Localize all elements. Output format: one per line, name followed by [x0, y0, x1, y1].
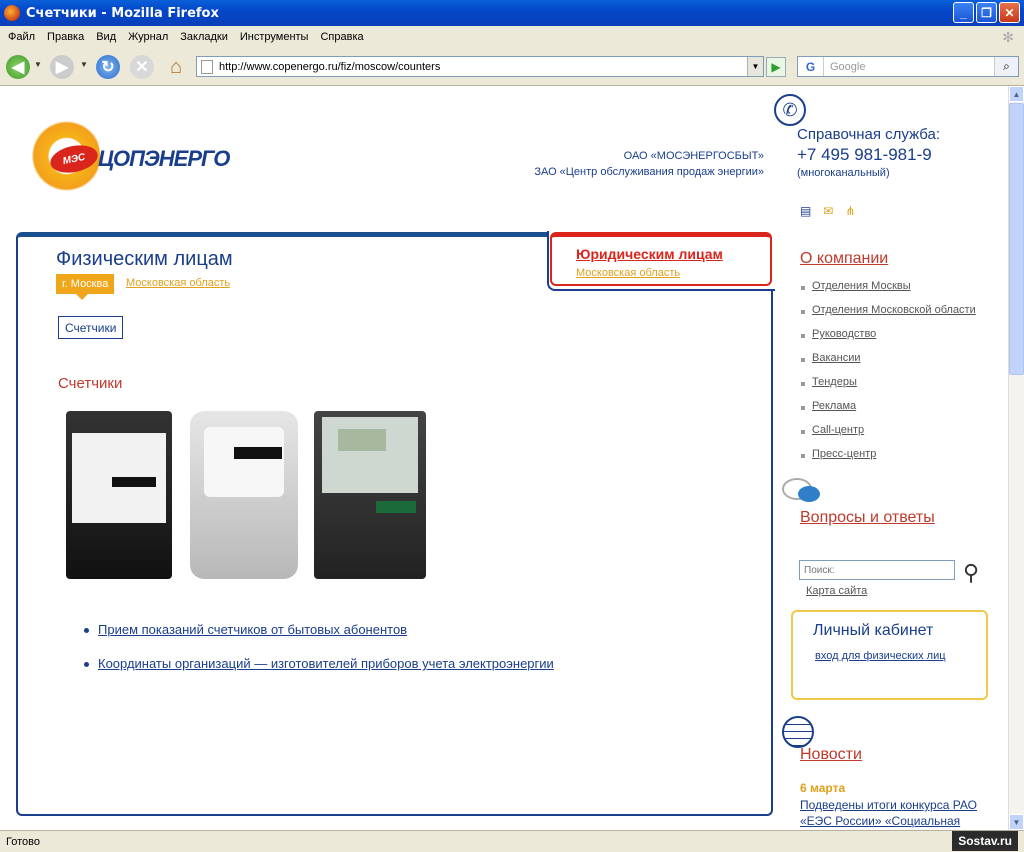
menu-bookmarks[interactable]: Закладки [180, 31, 228, 43]
company-title[interactable]: О компании [800, 250, 976, 268]
window-title: Счетчики - Mozilla Firefox [26, 5, 219, 21]
news-date: 6 марта [800, 781, 846, 795]
mail-icon[interactable]: ✉ [823, 204, 833, 218]
firefox-logo-icon [4, 5, 20, 21]
help-title: Справочная служба: [797, 126, 941, 143]
utility-icons: ▤ ✉ ⋔ [800, 204, 855, 218]
meter-face [72, 433, 166, 523]
meter-face [322, 417, 418, 493]
site-search-input[interactable] [799, 560, 955, 580]
section-title: Счетчики [58, 375, 123, 392]
phone-icon: ✆ [774, 94, 806, 126]
region-tab-moscow[interactable]: г. Москва [56, 274, 115, 300]
cabinet-login-link[interactable]: вход для физических лиц [815, 650, 946, 662]
forward-arrow-icon[interactable]: ▶ [50, 55, 74, 79]
status-bar: Готово Sostav.ru [0, 830, 1024, 852]
company-menu: Отделения Москвы Отделения Московской об… [800, 280, 976, 460]
websearch-box[interactable]: G Google ⌕ [797, 56, 1019, 77]
subtab-counters[interactable]: Счетчики [58, 316, 124, 339]
content-links: Прием показаний счетчиков от бытовых або… [80, 622, 554, 690]
sidebar-company: О компании Отделения Москвы Отделения Мо… [800, 250, 976, 460]
window-titlebar: Счетчики - Mozilla Firefox _ ❐ ✕ [0, 0, 1024, 26]
search-icon[interactable]: ⚲ [963, 560, 991, 588]
help-phone: +7 495 981-981-9 [797, 145, 932, 164]
logo-text: ЦОПЭНЕРГО [98, 146, 230, 171]
sitemap-link[interactable]: Карта сайта [806, 585, 867, 597]
print-icon[interactable]: ▤ [800, 204, 811, 218]
forward-history-dropdown[interactable]: ▼ [80, 60, 88, 69]
legal-region-link[interactable]: Московская область [576, 267, 680, 279]
cabinet-title: Личный кабинет [813, 622, 934, 639]
meter-digits [234, 447, 282, 459]
news-title[interactable]: Новости [800, 746, 862, 764]
meter-image-3 [314, 411, 426, 579]
tab-physical-persons[interactable]: Физическим лицам [56, 248, 233, 271]
maximize-button[interactable]: ❐ [976, 2, 997, 23]
link-manufacturers[interactable]: Координаты организаций — изготовителей п… [80, 656, 554, 671]
scroll-thumb[interactable] [1009, 103, 1024, 375]
org-center: ЗАО «Центр обслуживания продаж энергии» [534, 166, 764, 178]
meter-digits [112, 477, 156, 487]
websearch-placeholder[interactable]: Google [830, 61, 865, 73]
meter-label [376, 501, 416, 513]
sidebar-item-tenders[interactable]: Тендеры [800, 376, 976, 388]
address-bar[interactable]: http://www.copenergo.ru/fiz/moscow/count… [196, 56, 764, 77]
sidebar-item-management[interactable]: Руководство [800, 328, 976, 340]
page-icon [201, 59, 213, 74]
menu-edit[interactable]: Правка [47, 31, 84, 43]
menu-file[interactable]: Файл [8, 31, 35, 43]
menubar: Файл Правка Вид Журнал Закладки Инструме… [0, 26, 1024, 48]
sidebar-item-advertising[interactable]: Реклама [800, 400, 976, 412]
help-service: Справочная служба: +7 495 981-981-9 (мно… [797, 126, 940, 179]
sidebar-item-oblast-branches[interactable]: Отделения Московской области [800, 304, 976, 316]
search-icon[interactable]: ⌕ [994, 57, 1018, 76]
meter-image-1 [66, 411, 172, 579]
speech-bubble-icon [782, 478, 822, 508]
organizations: ОАО «МОСЭНЕРГОСБЫТ» ЗАО «Центр обслужива… [534, 148, 764, 180]
scroll-up-icon[interactable]: ▲ [1009, 86, 1024, 102]
status-text: Готово [6, 835, 40, 848]
personal-cabinet-box: Личный кабинет вход для физических лиц [791, 610, 988, 700]
menu-view[interactable]: Вид [96, 31, 116, 43]
tab-legal-persons[interactable]: Юридическим лицам [576, 246, 723, 262]
meter-face [204, 427, 284, 497]
site-logo[interactable]: МЭС ЦОПЭНЕРГО [22, 110, 242, 202]
sidebar-item-moscow-branches[interactable]: Отделения Москвы [800, 280, 976, 292]
qa-link[interactable]: Вопросы и ответы [800, 509, 935, 527]
address-url[interactable]: http://www.copenergo.ru/fiz/moscow/count… [219, 61, 440, 73]
throbber-icon: ✻ [1002, 29, 1014, 45]
globe-icon [782, 716, 814, 748]
navigation-toolbar: ◀ ▼ ▶ ▼ ↻ ✕ ⌂ http://www.copenergo.ru/fi… [0, 48, 1024, 86]
menu-help[interactable]: Справка [320, 31, 363, 43]
news-item-link[interactable]: Подведены итоги конкурса РАО «ЕЭС России… [800, 797, 1000, 829]
menu-history[interactable]: Журнал [128, 31, 168, 43]
meter-lcd [338, 429, 386, 451]
help-note: (многоканальный) [797, 167, 890, 179]
page-viewport: МЭС ЦОПЭНЕРГО ОАО «МОСЭНЕРГОСБЫТ» ЗАО «Ц… [0, 86, 1008, 830]
scroll-down-icon[interactable]: ▼ [1009, 814, 1024, 830]
home-icon[interactable]: ⌂ [164, 55, 188, 79]
google-engine-icon[interactable]: G [798, 57, 824, 76]
back-history-dropdown[interactable]: ▼ [34, 60, 42, 69]
sostav-watermark: Sostav.ru [952, 831, 1018, 851]
region-link-moscow-oblast[interactable]: Московская область [126, 277, 230, 289]
sidebar-item-call-center[interactable]: Call-центр [800, 424, 976, 436]
org-mosenergosbyt: ОАО «МОСЭНЕРГОСБЫТ» [623, 150, 764, 162]
back-arrow-icon[interactable]: ◀ [6, 55, 30, 79]
address-dropdown-icon[interactable]: ▼ [747, 57, 763, 76]
close-button[interactable]: ✕ [999, 2, 1020, 23]
link-meter-readings[interactable]: Прием показаний счетчиков от бытовых або… [80, 622, 554, 637]
minimize-button[interactable]: _ [953, 2, 974, 23]
reload-icon[interactable]: ↻ [96, 55, 120, 79]
sidebar-item-press-center[interactable]: Пресс-центр [800, 448, 976, 460]
sidebar-item-vacancies[interactable]: Вакансии [800, 352, 976, 364]
menu-tools[interactable]: Инструменты [240, 31, 309, 43]
go-button[interactable]: ▶ [766, 57, 786, 77]
vertical-scrollbar[interactable]: ▲ ▼ [1008, 86, 1024, 830]
sitemap-icon[interactable]: ⋔ [845, 204, 855, 218]
stop-icon[interactable]: ✕ [130, 55, 154, 79]
meter-image-2 [190, 411, 298, 579]
